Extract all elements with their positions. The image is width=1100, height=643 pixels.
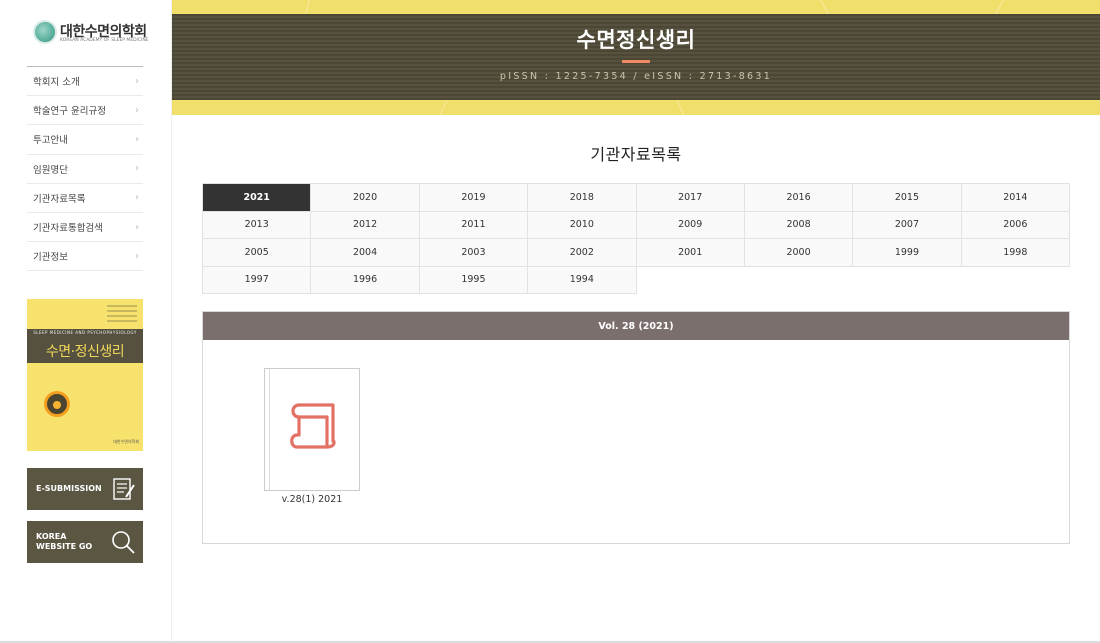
year-cell-2012[interactable]: 2012 — [311, 211, 420, 239]
korea-website-go-button[interactable]: KOREA WEBSITE GO — [27, 521, 143, 563]
cover-publisher: 대한수면의학회 — [113, 439, 139, 444]
chevron-right-icon: › — [135, 104, 139, 116]
korea-label-line1: KOREA — [36, 531, 67, 541]
year-cell-2000[interactable]: 2000 — [744, 239, 854, 267]
sidebar-item-label: 기관정보 — [33, 252, 68, 264]
year-cell-1999[interactable]: 1999 — [853, 239, 962, 267]
e-submission-label: E-SUBMISSION — [36, 483, 102, 493]
logo-emblem-icon — [33, 20, 57, 44]
sidebar-item-label: 학술연구 윤리규정 — [33, 106, 106, 118]
year-cell-2010[interactable]: 2010 — [528, 211, 637, 239]
year-cell-2015[interactable]: 2015 — [853, 184, 962, 212]
volume-header: Vol. 28 (2021) — [203, 312, 1069, 340]
title-underline — [622, 60, 650, 63]
year-cell-1995[interactable]: 1995 — [419, 266, 529, 294]
sidebar-item-archive-list[interactable]: 기관자료목록 › — [27, 184, 143, 213]
sidebar-item-officers[interactable]: 임원명단 › — [27, 155, 143, 184]
e-submission-button[interactable]: E-SUBMISSION — [27, 468, 143, 510]
year-cell-1994[interactable]: 1994 — [528, 266, 637, 294]
chevron-right-icon: › — [135, 75, 139, 87]
journal-title: 수면정신생리 — [576, 28, 696, 52]
sidebar-item-label: 기관자료통합검색 — [33, 223, 103, 235]
sidebar-item-label: 투고안내 — [33, 135, 68, 147]
year-cell-2016[interactable]: 2016 — [744, 184, 854, 212]
year-cell-1996[interactable]: 1996 — [311, 266, 420, 294]
year-cell-1997[interactable]: 1997 — [203, 266, 312, 294]
issue-cover-card[interactable] — [264, 368, 360, 491]
year-cell-2021[interactable]: 2021 — [203, 184, 312, 212]
book-icon — [290, 403, 336, 449]
chevron-right-icon: › — [135, 221, 139, 233]
sidebar-item-label: 임원명단 — [33, 164, 68, 176]
year-cell-2008[interactable]: 2008 — [744, 211, 854, 239]
volume-panel: Vol. 28 (2021) v.28(1) 2021 — [202, 311, 1070, 544]
sidebar-item-label: 기관자료목록 — [33, 193, 86, 205]
year-cell-2001[interactable]: 2001 — [636, 239, 745, 267]
year-cell-2009[interactable]: 2009 — [636, 211, 745, 239]
sidebar-item-journal-intro[interactable]: 학회지 소개 › — [27, 67, 143, 97]
sidebar-item-label: 학회지 소개 — [33, 77, 80, 89]
chevron-right-icon: › — [135, 250, 139, 262]
document-icon — [113, 478, 135, 500]
sidebar-nav: 학회지 소개 › 학술연구 윤리규정 › 투고안내 › 임원명단 › 기관자료목록 › 기… — [27, 66, 143, 272]
year-cell-2007[interactable]: 2007 — [853, 211, 962, 239]
chevron-right-icon: › — [135, 192, 139, 204]
magnifier-icon — [112, 531, 135, 554]
sidebar: 대한수면의학회 KOREAN ACADEMY OF SLEEP MEDICINE… — [0, 0, 172, 643]
page-title: 기관자료목록 — [590, 145, 682, 164]
year-cell-2018[interactable]: 2018 — [528, 184, 637, 212]
year-cell-2003[interactable]: 2003 — [419, 239, 529, 267]
chevron-right-icon: › — [135, 133, 139, 145]
year-cell-2014[interactable]: 2014 — [961, 184, 1070, 212]
sidebar-item-ethics[interactable]: 학술연구 윤리규정 › — [27, 96, 143, 126]
year-cell-2006[interactable]: 2006 — [961, 211, 1070, 239]
korea-label-line2: WEBSITE GO — [36, 542, 93, 551]
sidebar-item-integrated-search[interactable]: 기관자료통합검색 › — [27, 213, 143, 243]
journal-cover-image[interactable]: SLEEP MEDICINE AND PSYCHOPHYSIOLOGY 수면·정… — [27, 299, 143, 451]
year-cell-1998[interactable]: 1998 — [961, 239, 1070, 267]
logo-subtitle: KOREAN ACADEMY OF SLEEP MEDICINE — [60, 38, 149, 43]
cover-title-en: SLEEP MEDICINE AND PSYCHOPHYSIOLOGY — [33, 330, 137, 335]
society-logo[interactable]: 대한수면의학회 KOREAN ACADEMY OF SLEEP MEDICINE — [33, 20, 149, 46]
journal-header-banner: 수면정신생리 pISSN : 1225-7354 / eISSN : 2713-… — [172, 0, 1100, 115]
year-cell-2004[interactable]: 2004 — [311, 239, 420, 267]
sidebar-item-submission-guide[interactable]: 투고안내 › — [27, 125, 143, 155]
sidebar-item-institution-info[interactable]: 기관정보 › — [27, 242, 143, 272]
year-grid: 2021 2020 2019 2018 2017 2016 2015 2014 2013 2012… — [202, 183, 1070, 294]
issn-text: pISSN : 1225-7354 / eISSN : 2713-8631 — [499, 71, 773, 82]
year-cell-2011[interactable]: 2011 — [419, 211, 529, 239]
year-cell-2020[interactable]: 2020 — [311, 184, 420, 212]
cover-emblem-icon — [44, 391, 70, 417]
year-cell-2005[interactable]: 2005 — [203, 239, 312, 267]
year-cell-2019[interactable]: 2019 — [419, 184, 529, 212]
year-cell-2017[interactable]: 2017 — [636, 184, 745, 212]
cover-title-kr: 수면·정신생리 — [45, 344, 125, 360]
year-cell-2002[interactable]: 2002 — [528, 239, 637, 267]
year-cell-2013[interactable]: 2013 — [203, 211, 312, 239]
issue-label[interactable]: v.28(1) 2021 — [264, 494, 360, 505]
chevron-right-icon: › — [135, 163, 139, 175]
